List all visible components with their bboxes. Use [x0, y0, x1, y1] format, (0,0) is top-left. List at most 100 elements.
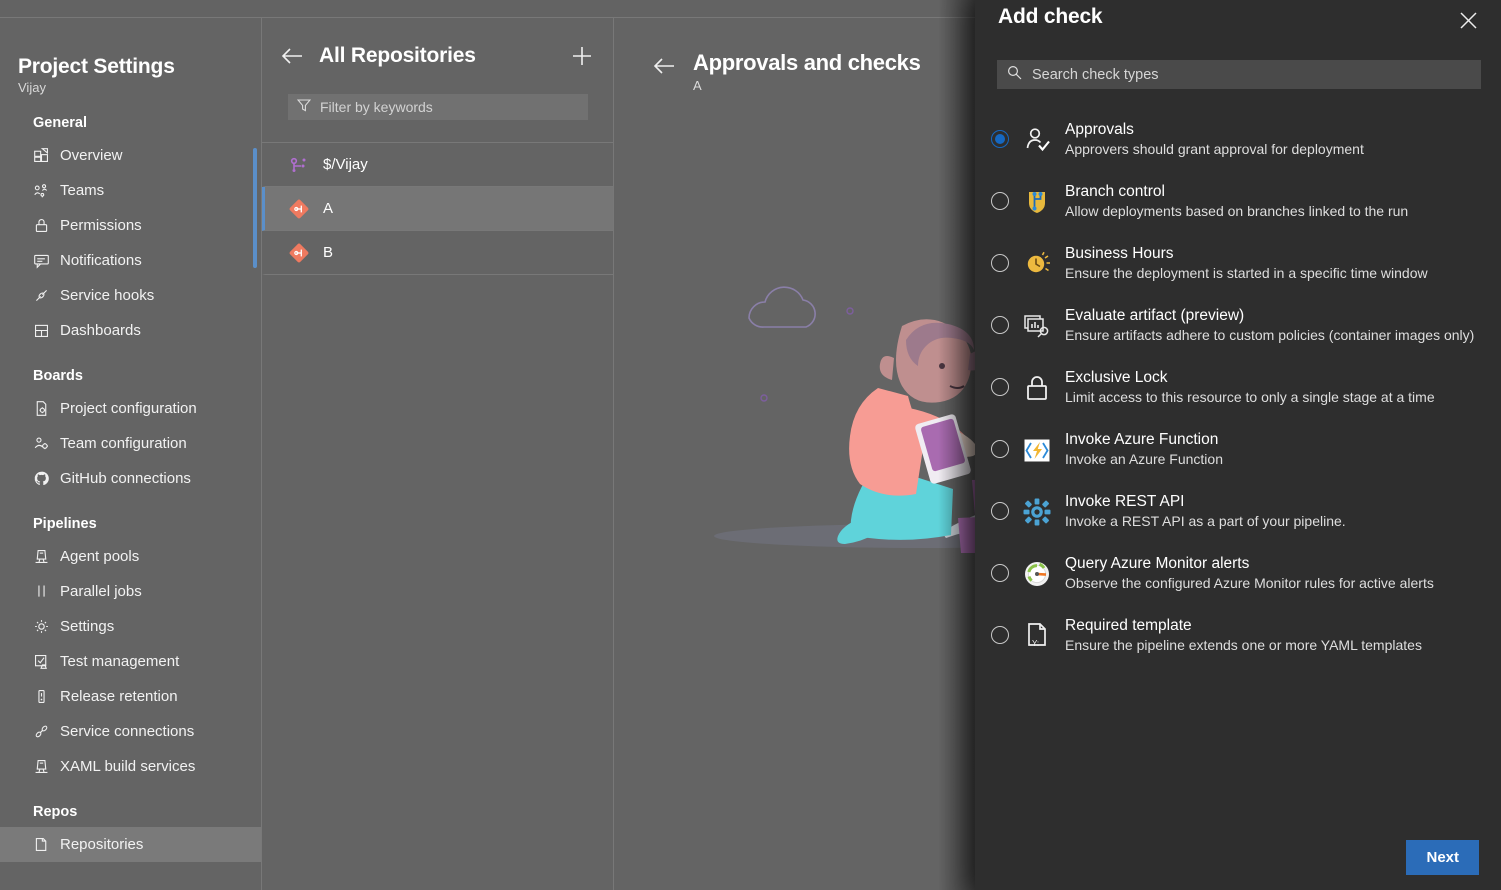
check-type-text: Invoke REST API Invoke a REST API as a pa…	[1065, 490, 1477, 530]
check-type-description: Approvers should grant approval for depl…	[1065, 141, 1364, 157]
teams-icon	[33, 182, 50, 199]
sidebar-item-label: Settings	[60, 618, 115, 635]
add-check-panel: Add check Search check types Approvals Ap…	[975, 0, 1501, 890]
azure-monitor-icon	[1022, 559, 1052, 589]
repository-row[interactable]: B	[262, 231, 614, 275]
check-type-name: Required template	[1065, 617, 1192, 634]
check-type-option[interactable]: Query Azure Monitor alerts Observe the co…	[989, 541, 1487, 603]
git-repo-icon	[288, 242, 310, 264]
sidebar-item-label: XAML build services	[60, 758, 196, 775]
check-type-text: Business Hours Ensure the deployment is s…	[1065, 242, 1477, 282]
sidebar-item-service-connections[interactable]: Service connections	[0, 714, 262, 749]
sidebar-group-general: General Overview Teams Permissions Notificat…	[0, 115, 262, 348]
search-placeholder: Search check types	[1032, 66, 1159, 83]
filter-input[interactable]: Filter by keywords	[288, 94, 588, 120]
test-management-icon	[33, 653, 50, 670]
search-input[interactable]: Search check types	[997, 60, 1481, 89]
check-type-option[interactable]: Invoke Azure Function Invoke an Azure Fun…	[989, 417, 1487, 479]
service-connections-icon	[33, 723, 50, 740]
check-type-name: Branch control	[1065, 183, 1165, 200]
repositories-icon	[33, 836, 50, 853]
sidebar-item-label: Notifications	[60, 252, 142, 269]
add-check-title: Add check	[998, 5, 1103, 28]
sidebar-item-xaml-build-services[interactable]: XAML build services	[0, 749, 262, 784]
exclusive-lock-icon	[1022, 373, 1052, 403]
sidebar-item-notifications[interactable]: Notifications	[0, 243, 262, 278]
check-type-option[interactable]: Y: Required template Ensure the pipeline e…	[989, 603, 1487, 665]
rest-api-icon	[1022, 497, 1052, 527]
sidebar-item-label: Parallel jobs	[60, 583, 142, 600]
sidebar-item-label: Agent pools	[60, 548, 140, 565]
sidebar-group-title: General	[33, 115, 87, 131]
check-type-description: Limit access to this resource to only a …	[1065, 389, 1435, 405]
sidebar-item-label: Project configuration	[60, 400, 197, 417]
add-check-header: Add check	[975, 0, 1501, 46]
repository-row[interactable]: A	[262, 187, 614, 231]
repository-row[interactable]: $/Vijay	[262, 143, 614, 187]
check-type-radio[interactable]	[991, 254, 1009, 272]
sidebar-item-label: GitHub connections	[60, 470, 191, 487]
sidebar-item-label: Test management	[60, 653, 180, 670]
main-back-arrow-icon[interactable]	[648, 50, 680, 82]
check-type-text: Exclusive Lock Limit access to this resou…	[1065, 366, 1477, 406]
sidebar-item-test-management[interactable]: Test management	[0, 644, 262, 679]
check-type-option[interactable]: Exclusive Lock Limit access to this resou…	[989, 355, 1487, 417]
check-type-text: Invoke Azure Function Invoke an Azure Fun…	[1065, 428, 1477, 468]
next-button[interactable]: Next	[1406, 839, 1479, 875]
check-type-option[interactable]: Evaluate artifact (preview) Ensure artifa…	[989, 293, 1487, 355]
sidebar-item-teams[interactable]: Teams	[0, 173, 262, 208]
team-gear-icon	[33, 435, 50, 452]
back-arrow-icon[interactable]	[276, 40, 308, 72]
check-type-description: Allow deployments based on branches link…	[1065, 203, 1409, 219]
filter-icon	[296, 98, 312, 117]
sidebar-item-release-retention[interactable]: Release retention	[0, 679, 262, 714]
search-icon	[1007, 65, 1022, 85]
repository-name: B	[323, 244, 334, 261]
close-icon[interactable]	[1453, 5, 1483, 35]
github-icon	[33, 470, 50, 487]
check-type-radio[interactable]	[991, 130, 1009, 148]
project-name: Vijay	[18, 80, 46, 95]
git-repo-icon	[288, 198, 310, 220]
sidebar-item-permissions[interactable]: Permissions	[0, 208, 262, 243]
search-container: Search check types	[975, 46, 1501, 89]
check-type-option[interactable]: Business Hours Ensure the deployment is s…	[989, 231, 1487, 293]
sidebar-item-agent-pools[interactable]: Agent pools	[0, 539, 262, 574]
check-type-description: Ensure artifacts adhere to custom polici…	[1065, 327, 1475, 343]
check-type-radio[interactable]	[991, 564, 1009, 582]
page-title: Project Settings	[18, 55, 175, 78]
sidebar-group-boards: Boards Project configuration Team configur…	[0, 368, 262, 496]
approvals-icon	[1022, 125, 1052, 155]
check-type-radio[interactable]	[991, 378, 1009, 396]
check-type-option[interactable]: Approvals Approvers should grant approval…	[989, 107, 1487, 169]
check-type-radio[interactable]	[991, 502, 1009, 520]
check-type-option[interactable]: Invoke REST API Invoke a REST API as a pa…	[989, 479, 1487, 541]
cutoff-top-text: ··· · · ··· · ·· ·· ··· ·· ·	[58, 0, 178, 6]
check-type-text: Required template Ensure the pipeline ext…	[1065, 614, 1477, 654]
sidebar-item-github-connections[interactable]: GitHub connections	[0, 461, 262, 496]
dashboards-icon	[33, 322, 50, 339]
gear-icon	[33, 618, 50, 635]
sidebar-item-settings[interactable]: Settings	[0, 609, 262, 644]
sidebar-item-label: Release retention	[60, 688, 178, 705]
repository-name: $/Vijay	[323, 156, 368, 173]
add-repository-plus-icon[interactable]	[566, 40, 598, 72]
sidebar-scrollbar[interactable]	[253, 148, 257, 268]
check-type-radio[interactable]	[991, 316, 1009, 334]
check-type-name: Invoke Azure Function	[1065, 431, 1219, 448]
sidebar-item-project-configuration[interactable]: Project configuration	[0, 391, 262, 426]
sidebar-item-team-configuration[interactable]: Team configuration	[0, 426, 262, 461]
sidebar-item-parallel-jobs[interactable]: Parallel jobs	[0, 574, 262, 609]
sidebar-item-repositories[interactable]: Repositories	[0, 827, 262, 862]
sidebar-item-label: Permissions	[60, 217, 142, 234]
sidebar-item-service-hooks[interactable]: Service hooks	[0, 278, 262, 313]
check-type-description: Observe the configured Azure Monitor rul…	[1065, 575, 1434, 591]
check-type-radio[interactable]	[991, 440, 1009, 458]
overview-icon	[33, 147, 50, 164]
sidebar-item-dashboards[interactable]: Dashboards	[0, 313, 262, 348]
check-type-radio[interactable]	[991, 192, 1009, 210]
sidebar-group-title: Repos	[33, 804, 78, 820]
sidebar-item-overview[interactable]: Overview	[0, 138, 262, 173]
check-type-option[interactable]: Branch control Allow deployments based on…	[989, 169, 1487, 231]
check-type-radio[interactable]	[991, 626, 1009, 644]
